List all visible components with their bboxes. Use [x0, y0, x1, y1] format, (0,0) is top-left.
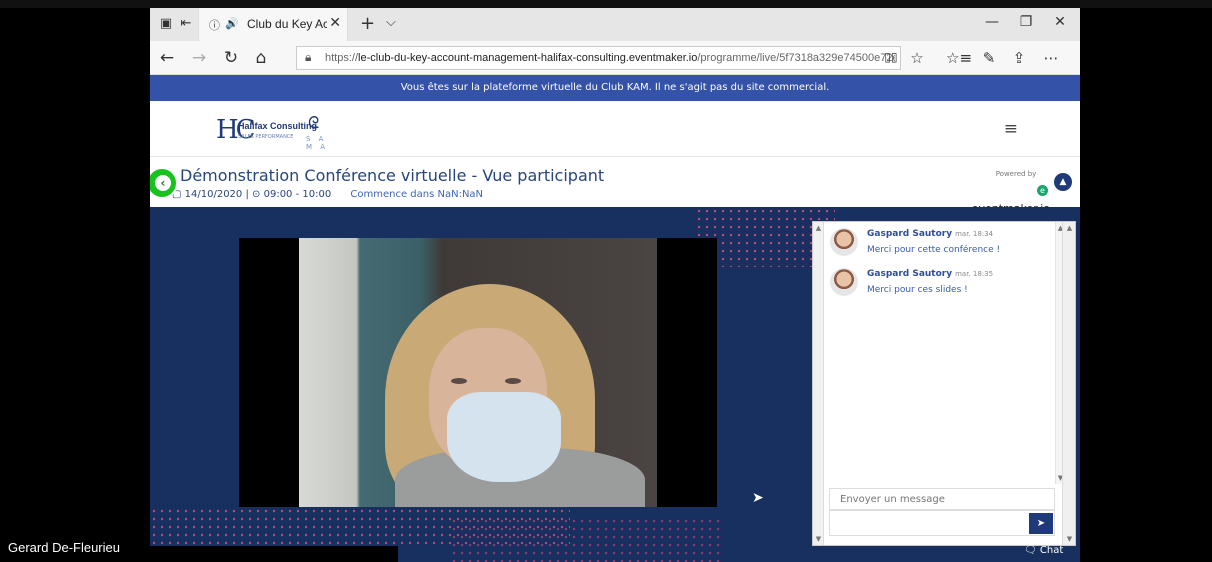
powered-by-label: Powered by [995, 170, 1037, 178]
avatar [830, 228, 858, 256]
pen-icon[interactable]: ✎ [978, 49, 1000, 67]
scroll-up-icon[interactable]: ▲ [813, 224, 824, 232]
chat-message: Gaspard Sautory mar. 18:35 Merci pour ces… [830, 266, 1055, 306]
send-button[interactable]: ➤ [1029, 513, 1053, 534]
message-compose-area[interactable] [829, 510, 1055, 536]
top-strip [0, 0, 1212, 8]
address-bar: ← → ↻ ⌂ 🔒︎ https://le-club-du-key-accoun… [150, 41, 1080, 75]
info-icon: ⓘ [209, 19, 220, 32]
mouse-cursor-icon: ➤ [752, 490, 764, 506]
sama-text: S A M A [306, 135, 329, 151]
more-icon[interactable]: ⋯ [1040, 49, 1062, 67]
live-stage: ➤ ▲ ▼ Gaspard Sautory mar. 18:34 Merci po… [150, 207, 1080, 562]
audio-icon[interactable]: 🔊 [225, 17, 239, 30]
participant-name: Gerard De-Fleurieu [8, 540, 120, 555]
name-bar [150, 546, 398, 562]
tab-bar: ▣ ⇤ ⓘ 🔊 Club du Key Account ✕ + ⌵ — ❐ ✕ [150, 8, 1080, 41]
avatar [830, 268, 858, 296]
refresh-icon[interactable]: ↻ [220, 48, 242, 68]
url-field[interactable]: 🔒︎ https://le-club-du-key-account-manage… [296, 46, 901, 70]
send-icon: ➤ [1036, 518, 1046, 529]
chat-messages: Gaspard Sautory mar. 18:34 Merci pour cet… [825, 222, 1055, 484]
share-icon[interactable]: ⇪ [1008, 49, 1030, 67]
favorites-list-icon[interactable]: ☆≡ [946, 49, 972, 67]
event-header: Démonstration Conférence virtuelle - Vue… [150, 157, 1080, 215]
scroll-down-icon[interactable]: ▼ [1063, 535, 1076, 543]
logo-name: Halifax Consulting [238, 121, 318, 131]
logo-tagline: SALES PERFORMANCE [238, 134, 294, 140]
tab-title: Club du Key Account [247, 17, 327, 31]
hamburger-menu-icon[interactable]: ≡ [1004, 119, 1018, 139]
event-meta: ▢ 14/10/2020 | ⊙ 09:00 - 10:00 Commence … [172, 189, 484, 200]
outer-scrollbar-left[interactable]: ▲ ▼ [813, 222, 824, 545]
lock-icon: 🔒︎ [305, 50, 312, 64]
chevron-up-icon[interactable]: ▲ [1054, 173, 1072, 191]
home-icon[interactable]: ⌂ [250, 48, 272, 68]
scroll-down-icon[interactable]: ▼ [813, 535, 824, 543]
decor-dots [450, 517, 720, 562]
chevron-down-icon[interactable]: ⌵ [386, 15, 396, 30]
url-text: https://le-club-du-key-account-managemen… [325, 52, 895, 64]
chat-message: Gaspard Sautory mar. 18:34 Merci pour cet… [830, 226, 1055, 266]
event-title: Démonstration Conférence virtuelle - Vue… [180, 166, 605, 185]
minimize-icon[interactable]: — [982, 14, 1002, 30]
clock-icon: ⊙ [252, 189, 261, 200]
close-tab-icon[interactable]: ✕ [329, 15, 341, 31]
speaker-video-feed [299, 238, 657, 507]
event-date: 14/10/2020 [184, 189, 243, 200]
chat-panel: ▲ ▼ Gaspard Sautory mar. 18:34 Merci pour… [812, 221, 1076, 546]
chat-toggle-button[interactable]: 🗨︎ Chat [1024, 545, 1063, 556]
meeting-window: ▣ ⇤ ⓘ 🔊 Club du Key Account ✕ + ⌵ — ❐ ✕ … [0, 0, 1212, 562]
sama-logo-icon: ᘓ [308, 113, 320, 132]
message-text: Merci pour cette conférence ! [867, 245, 1001, 255]
forward-arrow-icon[interactable]: → [188, 48, 210, 68]
message-input[interactable] [829, 488, 1055, 510]
scroll-up-icon[interactable]: ▲ [1063, 224, 1076, 232]
tab-actions-icon[interactable]: ▣ [158, 16, 174, 32]
event-countdown: Commence dans NaN:NaN [350, 189, 484, 200]
favorite-star-icon[interactable]: ☆ [906, 49, 928, 67]
message-author: Gaspard Sautory mar. 18:35 [867, 269, 994, 279]
outer-scrollbar-right[interactable]: ▲ ▼ [1062, 222, 1075, 545]
message-text: Merci pour ces slides ! [867, 285, 968, 295]
chat-toggle-label: Chat [1039, 545, 1064, 556]
new-tab-icon[interactable]: + [360, 13, 375, 34]
face-mask [447, 392, 561, 482]
back-arrow-icon[interactable]: ← [156, 48, 178, 68]
message-time: mar. 18:35 [955, 270, 994, 278]
chevron-left-icon: ‹ [155, 175, 171, 191]
eventmaker-logo-icon: e [1037, 184, 1048, 196]
set-aside-tabs-icon[interactable]: ⇤ [178, 16, 194, 32]
restore-icon[interactable]: ❐ [1016, 14, 1036, 30]
reading-view-icon[interactable]: ▯▯ [880, 50, 902, 64]
message-author: Gaspard Sautory mar. 18:34 [867, 229, 994, 239]
tab-club-kam[interactable]: ⓘ 🔊 Club du Key Account ✕ [198, 8, 348, 41]
close-window-icon[interactable]: ✕ [1050, 14, 1070, 30]
chat-bubble-icon: 🗨︎ [1024, 545, 1037, 556]
shared-screen: ▣ ⇤ ⓘ 🔊 Club du Key Account ✕ + ⌵ — ❐ ✕ … [150, 8, 1080, 562]
video-player[interactable] [239, 238, 717, 507]
platform-banner: Vous êtes sur la plateforme virtuelle du… [150, 75, 1080, 101]
message-time: mar. 18:34 [955, 230, 994, 238]
event-time: 09:00 - 10:00 [263, 189, 332, 200]
site-header: HC Halifax Consulting SALES PERFORMANCE … [150, 101, 1080, 157]
halifax-logo[interactable]: HC Halifax Consulting SALES PERFORMANCE … [216, 113, 336, 151]
